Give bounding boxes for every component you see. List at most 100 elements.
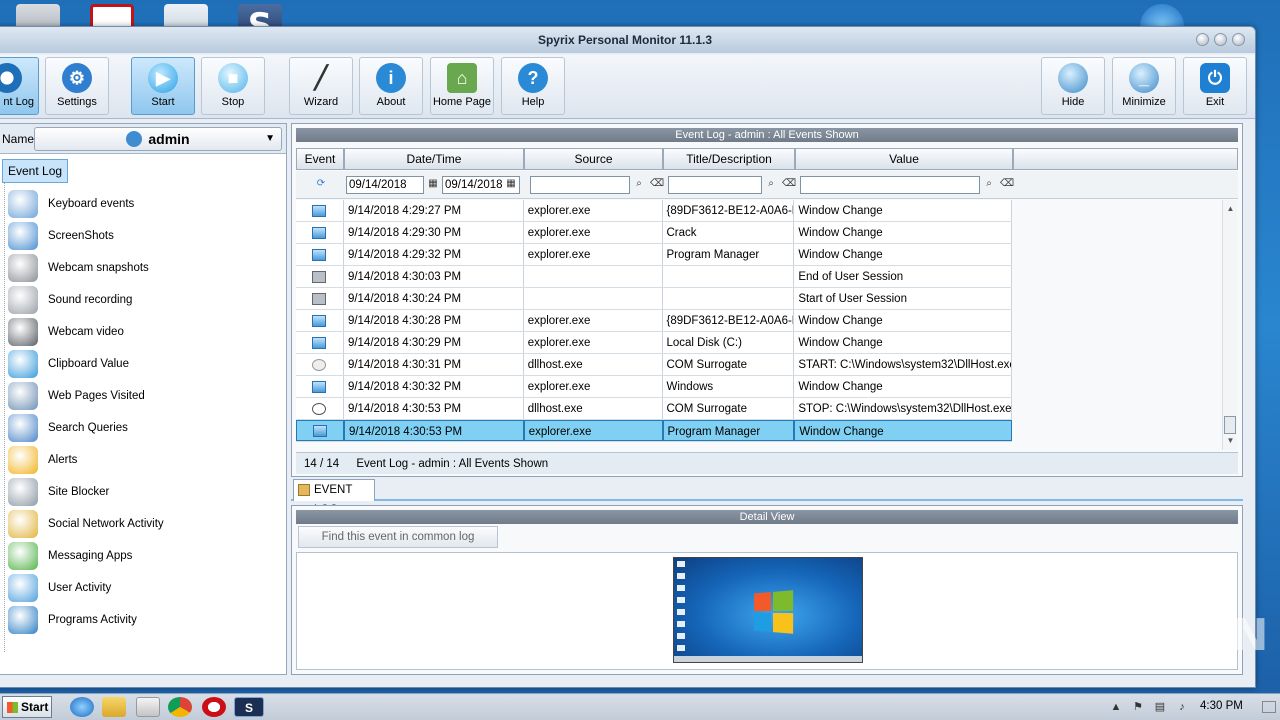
- cell-source: [524, 288, 663, 309]
- column-event[interactable]: Event: [296, 148, 344, 170]
- media-player-taskbar-icon[interactable]: [136, 697, 160, 717]
- cell-title: Windows: [663, 376, 795, 397]
- sidebar: Name admin ▼ Event Log Keyboard events Sc…: [0, 123, 287, 675]
- cell-datetime: 9/14/2018 4:29:32 PM: [344, 244, 524, 265]
- column-value[interactable]: Value: [795, 148, 1013, 170]
- value-filter-input[interactable]: [800, 176, 980, 194]
- sidebar-item[interactable]: Sound recording: [8, 284, 132, 316]
- binoculars-icon[interactable]: ⌕: [632, 177, 646, 191]
- start-button-taskbar[interactable]: Start: [2, 696, 52, 718]
- calendar-icon[interactable]: ▦: [504, 177, 518, 191]
- source-filter-input[interactable]: [530, 176, 630, 194]
- chevron-down-icon[interactable]: ▼: [265, 128, 275, 150]
- tree-root-event-log[interactable]: Event Log: [2, 158, 69, 184]
- column-source[interactable]: Source: [524, 148, 663, 170]
- sidebar-item[interactable]: Keyboard events: [8, 188, 134, 220]
- cell-source: explorer.exe: [524, 244, 663, 265]
- wizard-button[interactable]: ╱ Wizard: [289, 57, 353, 115]
- event-log-button[interactable]: nt Log: [0, 57, 39, 115]
- home-page-button[interactable]: ⌂ Home Page: [430, 57, 494, 115]
- sidebar-item[interactable]: Webcam snapshots: [8, 252, 149, 284]
- about-button[interactable]: i About: [359, 57, 423, 115]
- date-from-input[interactable]: 09/14/2018: [346, 176, 424, 194]
- chrome-taskbar-icon[interactable]: [168, 697, 192, 717]
- window-controls: [1196, 33, 1245, 46]
- table-row[interactable]: 9/14/2018 4:30:03 PM End of User Session: [296, 266, 1012, 288]
- table-row[interactable]: 9/14/2018 4:30:53 PM explorer.exe Program …: [296, 420, 1012, 442]
- title-filter-input[interactable]: [668, 176, 762, 194]
- table-row[interactable]: 9/14/2018 4:30:53 PM dllhost.exe COM Surro…: [296, 398, 1012, 420]
- sidebar-item[interactable]: Social Network Activity: [8, 508, 164, 540]
- binoculars-icon[interactable]: ⌕: [764, 177, 778, 191]
- log-status-bar: 14 / 14 Event Log - admin : All Events S…: [296, 452, 1238, 474]
- house-icon: ⌂: [447, 63, 477, 93]
- start-button[interactable]: ▶ Start: [131, 57, 195, 115]
- screenshot-thumbnail[interactable]: [673, 557, 863, 663]
- show-hidden-icons-icon[interactable]: ▲: [1110, 701, 1122, 713]
- title-bar[interactable]: Spyrix Personal Monitor 11.1.3: [0, 27, 1255, 53]
- stop-button[interactable]: ■ Stop: [201, 57, 265, 115]
- sidebar-item[interactable]: Programs Activity: [8, 604, 137, 636]
- opera-taskbar-icon[interactable]: [202, 697, 226, 717]
- sidebar-item[interactable]: Site Blocker: [8, 476, 109, 508]
- sidebar-item[interactable]: Webcam video: [8, 316, 124, 348]
- sidebar-item[interactable]: Alerts: [8, 444, 77, 476]
- clear-filter-icon[interactable]: ⌫: [650, 177, 664, 191]
- sidebar-item-label: ScreenShots: [48, 230, 114, 242]
- network-tray-icon[interactable]: ▤: [1154, 701, 1166, 713]
- table-row[interactable]: 9/14/2018 4:30:31 PM dllhost.exe COM Surro…: [296, 354, 1012, 376]
- log-tab-icon: [298, 484, 310, 496]
- window-minimize-button[interactable]: [1196, 33, 1209, 46]
- sidebar-item[interactable]: Search Queries: [8, 412, 128, 444]
- minimize-button[interactable]: _ Minimize: [1112, 57, 1176, 115]
- sidebar-item[interactable]: Messaging Apps: [8, 540, 132, 572]
- video-camera-icon: [8, 318, 38, 346]
- gear-icon: ⚙: [62, 63, 92, 93]
- column-title[interactable]: Title/Description: [663, 148, 795, 170]
- window-close-button[interactable]: [1232, 33, 1245, 46]
- hide-button[interactable]: Hide: [1041, 57, 1105, 115]
- scroll-down-icon[interactable]: ▼: [1223, 436, 1238, 445]
- sidebar-item[interactable]: Clipboard Value: [8, 348, 129, 380]
- window-maximize-button[interactable]: [1214, 33, 1227, 46]
- volume-tray-icon[interactable]: ♪: [1176, 701, 1188, 713]
- sidebar-item-label: User Activity: [48, 582, 112, 594]
- vertical-scrollbar[interactable]: ▲ ▼: [1222, 200, 1237, 450]
- cell-value: Window Change: [794, 420, 1012, 441]
- event-type-cell: [296, 332, 344, 353]
- cell-value: START: C:\Windows\system32\DllHost.exe: [794, 354, 1012, 375]
- event-rows: 9/14/2018 4:29:27 PM explorer.exe {89DF361…: [296, 200, 1012, 442]
- table-row[interactable]: 9/14/2018 4:29:27 PM explorer.exe {89DF361…: [296, 200, 1012, 222]
- tab-event-log[interactable]: EVENT LOG: [293, 479, 375, 516]
- clear-filter-icon[interactable]: ⌫: [1000, 177, 1014, 191]
- sidebar-item[interactable]: Web Pages Visited: [8, 380, 145, 412]
- find-in-common-log-button[interactable]: Find this event in common log: [298, 526, 498, 548]
- exit-button[interactable]: ⏻ Exit: [1183, 57, 1247, 115]
- column-datetime[interactable]: Date/Time: [344, 148, 524, 170]
- show-desktop-button[interactable]: [1262, 701, 1276, 713]
- calendar-icon[interactable]: ▦: [426, 177, 440, 191]
- spyrix-taskbar-icon[interactable]: S: [234, 697, 264, 717]
- sidebar-item[interactable]: ScreenShots: [8, 220, 114, 252]
- explorer-taskbar-icon[interactable]: [102, 697, 126, 717]
- binoculars-icon[interactable]: ⌕: [982, 177, 996, 191]
- help-button[interactable]: ? Help: [501, 57, 565, 115]
- settings-button[interactable]: ⚙ Settings: [45, 57, 109, 115]
- table-row[interactable]: 9/14/2018 4:30:28 PM explorer.exe {89DF361…: [296, 310, 1012, 332]
- refresh-icon[interactable]: ⟳: [314, 177, 328, 191]
- ie-taskbar-icon[interactable]: [70, 697, 94, 717]
- table-row[interactable]: 9/14/2018 4:30:24 PM Start of User Sessio…: [296, 288, 1012, 310]
- scroll-up-icon[interactable]: ▲: [1223, 204, 1238, 213]
- table-row[interactable]: 9/14/2018 4:29:30 PM explorer.exe Crack Win…: [296, 222, 1012, 244]
- cell-value: Window Change: [794, 332, 1012, 353]
- taskbar-clock[interactable]: 4:30 PM: [1200, 700, 1243, 712]
- flag-tray-icon[interactable]: ⚑: [1132, 701, 1144, 713]
- clear-filter-icon[interactable]: ⌫: [782, 177, 796, 191]
- cell-title: [663, 266, 795, 287]
- table-row[interactable]: 9/14/2018 4:29:32 PM explorer.exe Program …: [296, 244, 1012, 266]
- scroll-thumb[interactable]: [1224, 416, 1236, 434]
- sidebar-item[interactable]: User Activity: [8, 572, 111, 604]
- user-select[interactable]: admin ▼: [34, 127, 282, 151]
- table-row[interactable]: 9/14/2018 4:30:29 PM explorer.exe Local Di…: [296, 332, 1012, 354]
- table-row[interactable]: 9/14/2018 4:30:32 PM explorer.exe Windows W…: [296, 376, 1012, 398]
